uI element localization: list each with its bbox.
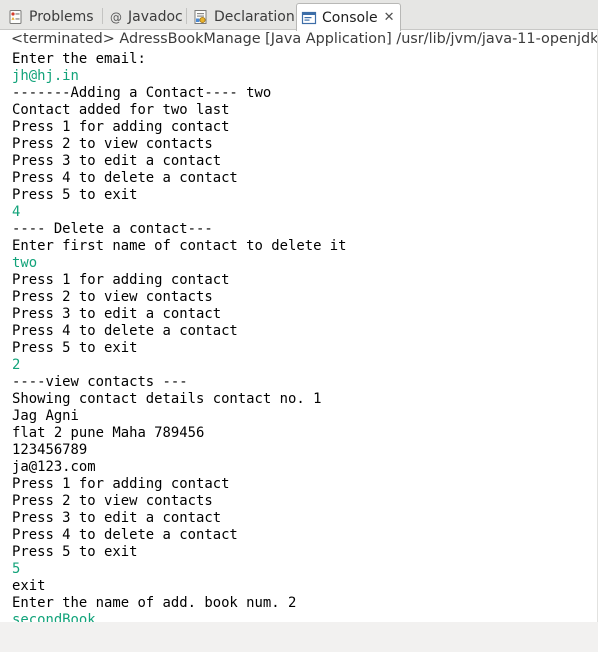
problems-icon [8,9,24,25]
console-output-line: ----view contacts --- [12,374,188,390]
tab-separator [186,8,187,24]
console-output-line: Enter first name of contact to delete it [12,238,347,254]
tab-label: Problems [29,8,94,25]
tab-separator [102,8,103,24]
view-tab-bar: Problems @ Javadoc Declaration Console ✕ [0,0,598,31]
close-icon[interactable]: ✕ [384,10,395,25]
console-input-line: two [12,255,38,271]
console-output-line: Jag Agni [12,408,79,424]
console-output-line: Press 5 to exit [12,340,138,356]
console-output-line: Showing contact details contact no. 1 [12,391,322,407]
console-output-line: Contact added for two last [12,102,230,118]
console-input-line: 2 [12,357,21,373]
console-output-line: Press 5 to exit [12,187,138,203]
console-process-title: <terminated> AdressBookManage [Java Appl… [11,31,598,47]
console-output-line: Press 3 to edit a contact [12,306,222,322]
console-output-line: exit [12,578,46,594]
tab-label: Javadoc [128,8,183,25]
console-output-line: ---- Delete a contact--- [12,221,213,237]
console-output-line: Press 4 to delete a contact [12,527,238,543]
console-output-line: -------Adding a Contact---- two [12,85,272,101]
console-input-line: jh@hj.in [12,68,79,84]
console-output-line: Press 1 for adding contact [12,119,230,135]
console-input-line: secondBook [12,612,96,622]
console-output-line: Press 2 to view contacts [12,289,213,305]
console-input-line: 5 [12,561,21,577]
console-output-line: Press 5 to exit [12,544,138,560]
console-output-line: Press 3 to edit a contact [12,510,222,526]
console-text: Enter the email: jh@hj.in -------Adding a … [12,51,347,622]
window-bottom-area [0,622,598,652]
console-output[interactable]: <terminated> AdressBookManage [Java Appl… [0,30,598,622]
console-output-line: Enter the email: [12,51,146,67]
tab-label: Declaration [214,8,295,25]
tab-label: Console [322,9,378,26]
console-icon [301,10,317,26]
tab-console[interactable]: Console ✕ [296,3,402,31]
console-output-line: Press 1 for adding contact [12,272,230,288]
declaration-icon [193,9,209,25]
console-output-line: Press 3 to edit a contact [12,153,222,169]
console-output-line: Enter the name of add. book num. 2 [12,595,297,611]
console-output-line: Press 2 to view contacts [12,493,213,509]
console-output-line: Press 1 for adding contact [12,476,230,492]
javadoc-at-icon: @ [109,9,123,25]
console-output-line: 123456789 [12,442,88,458]
tab-javadoc[interactable]: @ Javadoc [109,3,183,30]
tab-declaration[interactable]: Declaration [193,3,295,30]
console-output-line: Press 4 to delete a contact [12,323,238,339]
console-output-line: Press 4 to delete a contact [12,170,238,186]
tab-problems[interactable]: Problems [8,3,94,30]
console-output-line: Press 2 to view contacts [12,136,213,152]
console-output-line: flat 2 pune Maha 789456 [12,425,205,441]
console-input-line: 4 [12,204,21,220]
svg-text:@: @ [110,10,122,24]
console-output-line: ja@123.com [12,459,96,475]
